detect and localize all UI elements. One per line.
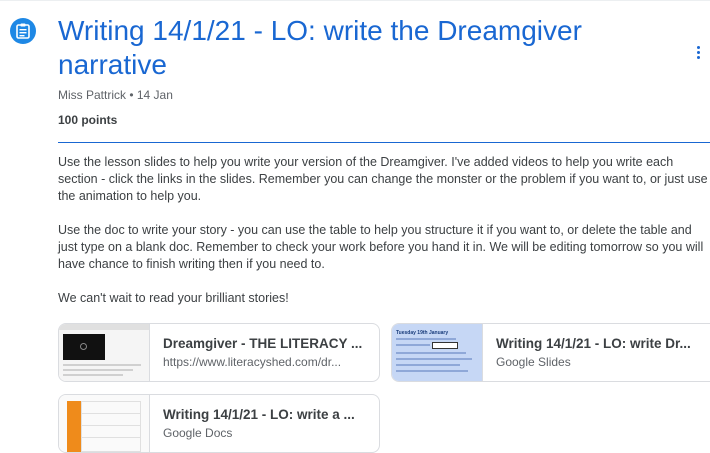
assignment-title: Writing 14/1/21 - LO: write the Dreamgiv… [58,15,582,80]
slides-thumbnail-heading: Tuesday 19th January [396,330,449,336]
instruction-paragraph: Use the doc to write your story - you ca… [58,223,704,271]
assignment-instructions: Use the lesson slides to help you write … [58,154,710,324]
attachment-link-card[interactable]: Dreamgiver - THE LITERACY ... https://ww… [58,323,380,382]
attachment-type: Google Slides [496,355,571,369]
top-divider [0,0,710,1]
header-divider [58,142,710,143]
attachment-type: Google Docs [163,426,233,440]
more-options-icon[interactable] [690,42,706,62]
slides-thumbnail: Tuesday 19th January [392,324,483,381]
video-thumbnail-icon [63,334,105,360]
slides-help-box [432,342,458,349]
attachment-title: Dreamgiver - THE LITERACY ... [163,336,363,351]
attachment-docs-card[interactable]: Writing 14/1/21 - LO: write a ... Google… [58,394,380,453]
assignment-meta: Miss Pattrick • 14 Jan [58,88,173,102]
instruction-paragraph: Use the lesson slides to help you write … [58,155,708,203]
assignment-icon [10,18,36,44]
attachment-url: https://www.literacyshed.com/dr... [163,355,342,369]
attachment-title: Writing 14/1/21 - LO: write Dr... [496,336,691,351]
assignment-points: 100 points [58,113,118,127]
docs-thumbnail [59,395,150,452]
attachment-title: Writing 14/1/21 - LO: write a ... [163,407,355,422]
attachment-slides-card[interactable]: Tuesday 19th January Writing 14/1/21 - L… [391,323,710,382]
instruction-paragraph: We can't wait to read your brilliant sto… [58,291,289,305]
link-thumbnail [59,324,150,381]
